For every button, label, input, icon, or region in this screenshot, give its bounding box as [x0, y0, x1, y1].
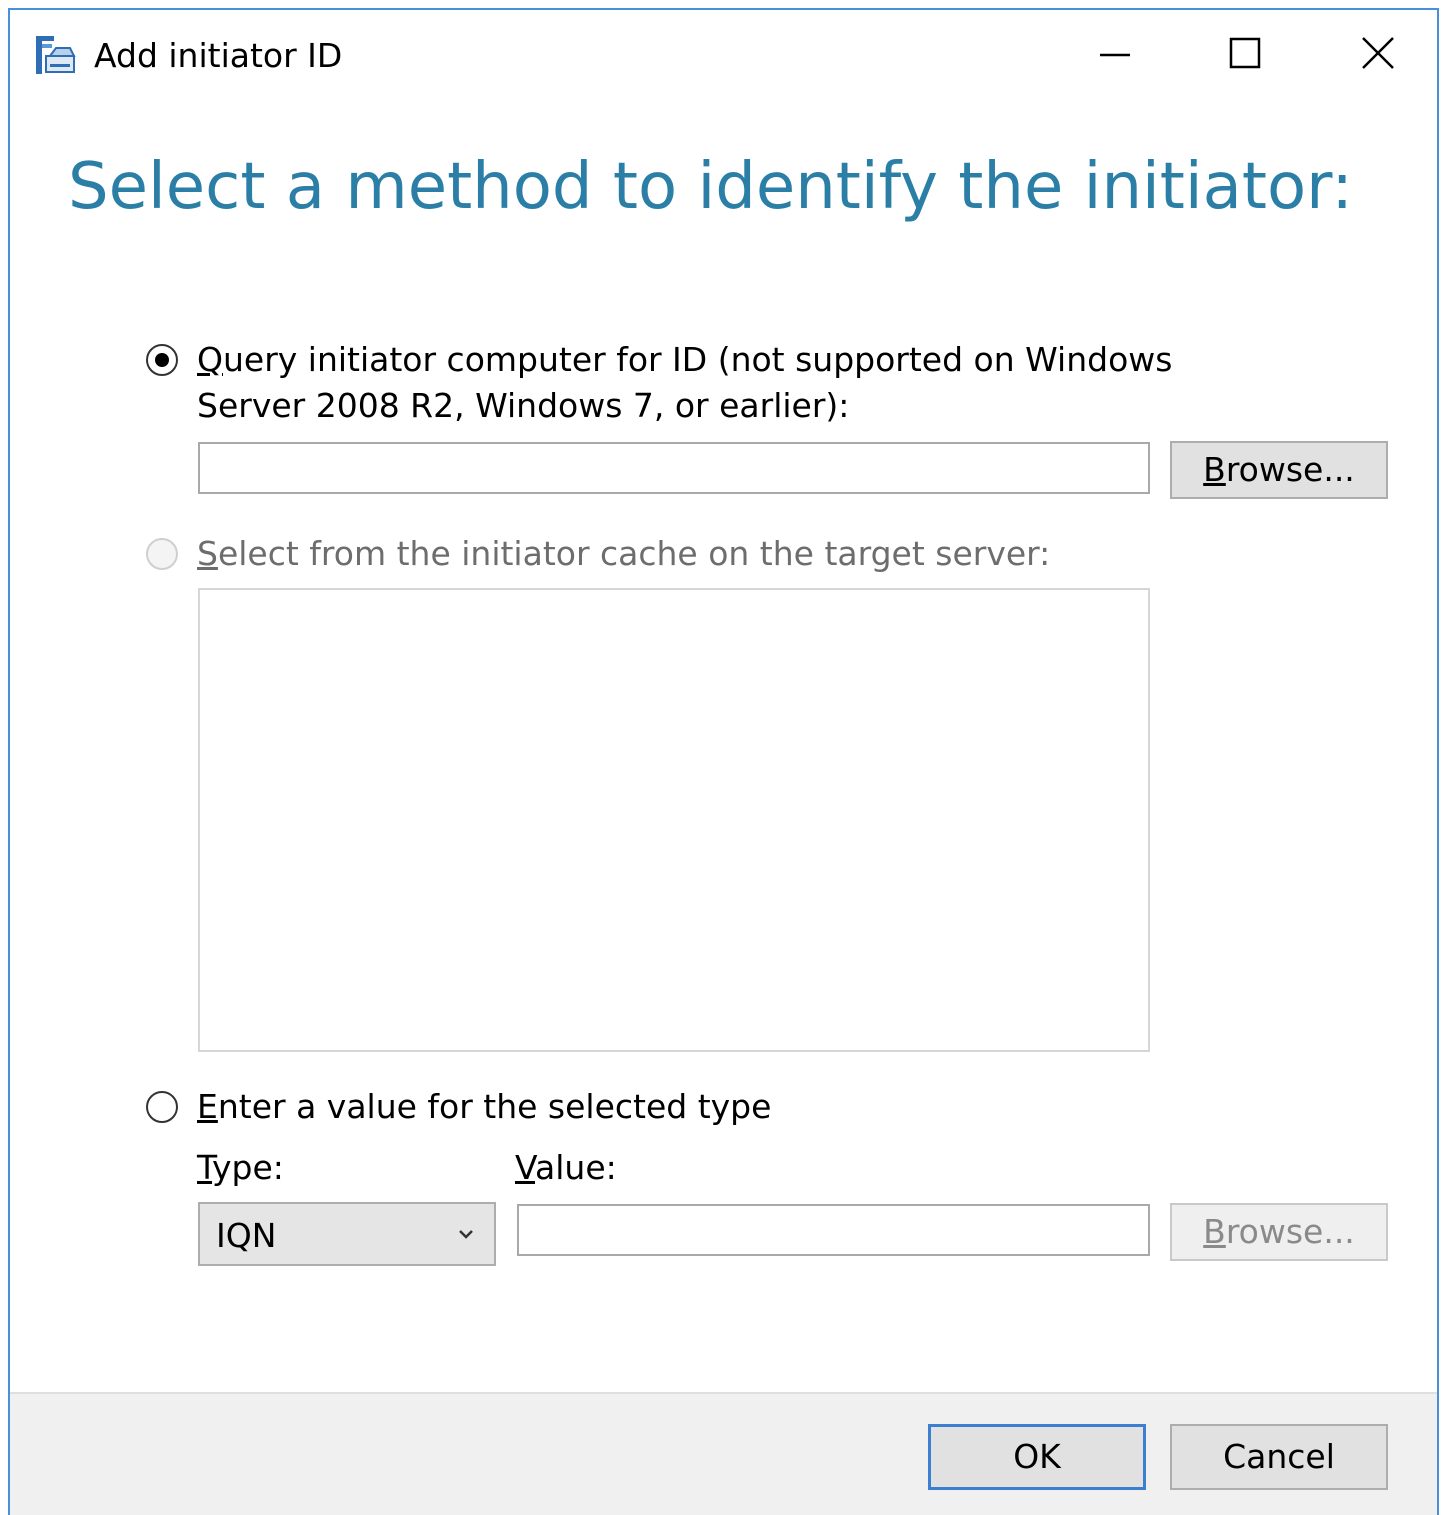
cache-mnemonic: S [197, 534, 218, 573]
close-button[interactable] [1332, 24, 1422, 84]
query-browse-mnemonic: B [1203, 450, 1226, 489]
query-initiator-input[interactable] [198, 442, 1150, 494]
page-heading: Select a method to identify the initiato… [68, 150, 1353, 224]
maximize-icon [1229, 37, 1261, 69]
minimize-icon [1100, 53, 1130, 57]
value-browse-mnemonic: B [1203, 1212, 1226, 1251]
server-storage-icon [36, 36, 76, 74]
enter-value-mnemonic: E [197, 1087, 218, 1126]
type-label: Type: [197, 1145, 284, 1191]
ok-button[interactable]: OK [928, 1424, 1146, 1490]
query-mnemonic: Q [197, 340, 223, 379]
close-icon [1362, 37, 1394, 69]
enter-value-label[interactable]: Enter a value for the selected type [197, 1084, 771, 1130]
query-initiator-label-line2: Server 2008 R2, Windows 7, or earlier): [197, 386, 850, 425]
type-select-value: IQN [216, 1216, 277, 1255]
cancel-button[interactable]: Cancel [1170, 1424, 1388, 1490]
minimize-button[interactable] [1070, 24, 1160, 84]
query-browse-text: rowse... [1225, 450, 1355, 489]
initiator-cache-radio[interactable] [146, 538, 178, 570]
value-input[interactable] [517, 1204, 1150, 1256]
query-initiator-radio[interactable] [146, 344, 178, 376]
query-browse-button[interactable]: Browse... [1170, 441, 1388, 499]
maximize-button[interactable] [1200, 24, 1290, 84]
chevron-down-icon [459, 1230, 473, 1239]
dialog-footer: OK Cancel [10, 1392, 1437, 1515]
window-title: Add initiator ID [94, 36, 343, 75]
query-label-text: uery initiator computer for ID (not supp… [222, 340, 1173, 379]
value-browse-button[interactable]: Browse... [1170, 1203, 1388, 1261]
value-label-text: alue: [535, 1148, 617, 1187]
initiator-cache-label[interactable]: Select from the initiator cache on the t… [197, 531, 1050, 577]
value-label: Value: [515, 1145, 617, 1191]
type-label-text: ype: [212, 1148, 284, 1187]
enter-value-radio[interactable] [146, 1091, 178, 1123]
enter-value-label-text: nter a value for the selected type [217, 1087, 772, 1126]
query-initiator-label[interactable]: Query initiator computer for ID (not sup… [197, 337, 1172, 383]
type-select[interactable]: IQN [198, 1202, 496, 1266]
add-initiator-id-dialog: Add initiator ID Select a method to iden… [8, 8, 1439, 1515]
cache-label-text: elect from the initiator cache on the ta… [217, 534, 1051, 573]
initiator-cache-list[interactable] [198, 588, 1150, 1052]
value-browse-text: rowse... [1225, 1212, 1355, 1251]
value-mnemonic: V [515, 1148, 536, 1187]
title-bar[interactable]: Add initiator ID [10, 10, 1437, 100]
type-mnemonic: T [197, 1148, 213, 1187]
